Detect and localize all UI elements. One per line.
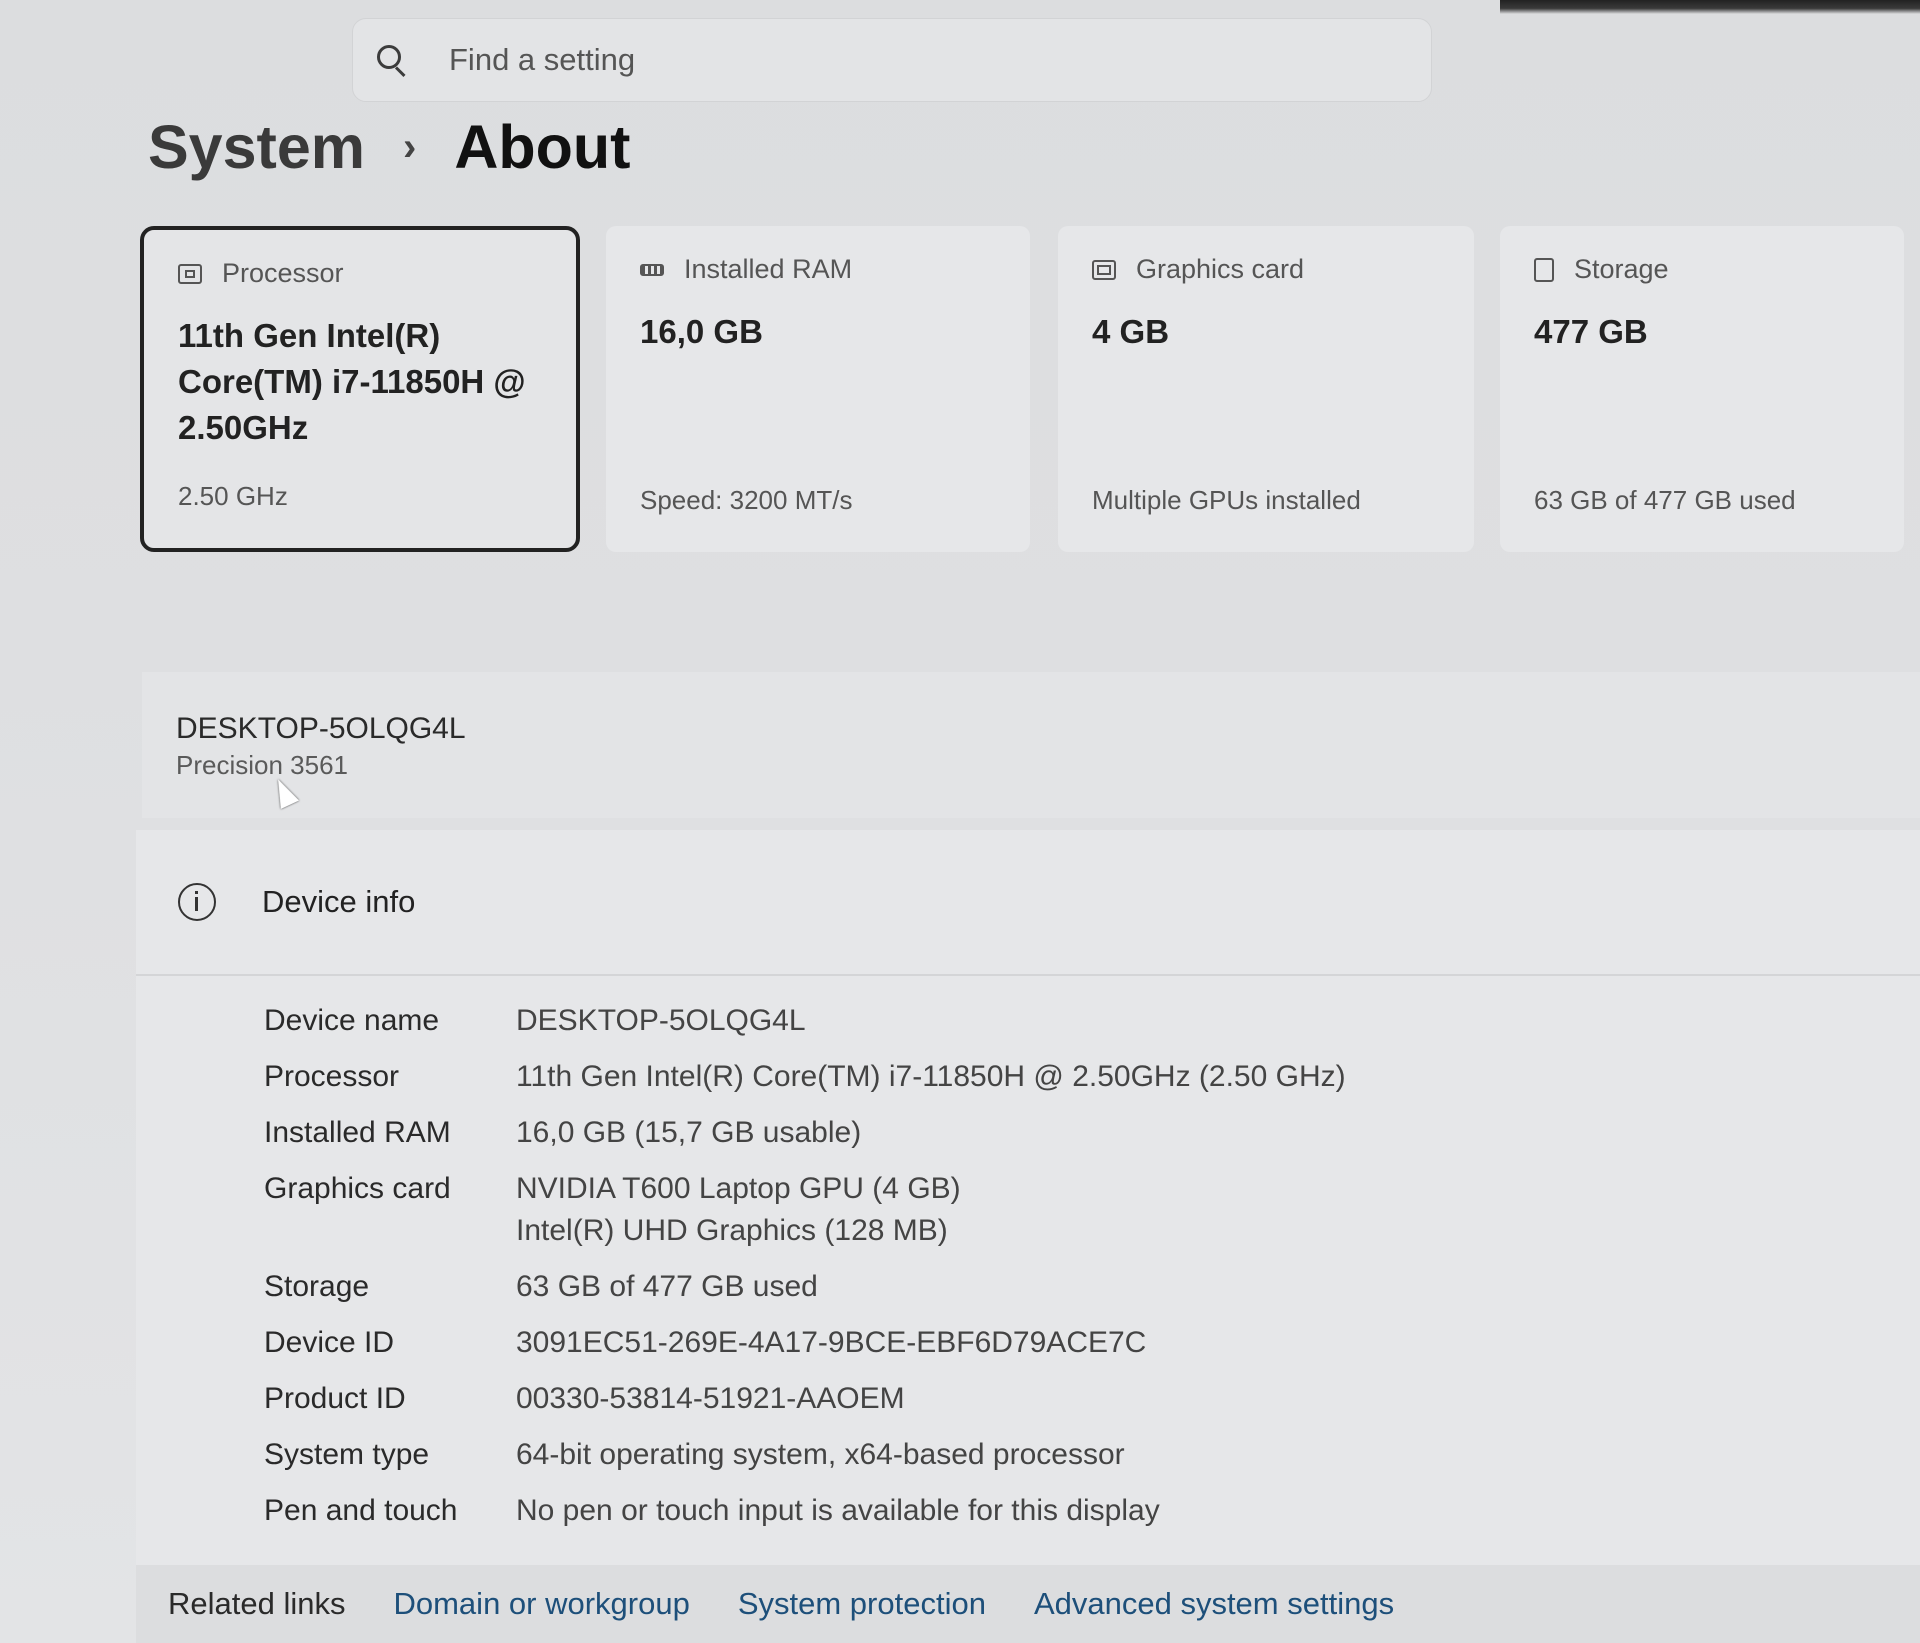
graphics-card-icon: [1092, 259, 1116, 280]
related-links-bar: Related links Domain or workgroup System…: [136, 1565, 1920, 1643]
search-input[interactable]: [447, 41, 1351, 79]
device-spec-list: Device name DESKTOP-5OLQG4L Processor 11…: [264, 1000, 1346, 1546]
spec-label: Pen and touch: [264, 1494, 458, 1527]
spec-value: 16,0 GB (15,7 GB usable): [516, 1116, 862, 1149]
spec-value-line: Intel(R) UHD Graphics (128 MB): [516, 1214, 948, 1247]
device-info-header[interactable]: Device info: [136, 830, 1920, 976]
device-model: Precision 3561: [176, 750, 348, 780]
spec-label: Processor: [264, 1060, 400, 1093]
spec-row-device-name: Device name DESKTOP-5OLQG4L: [264, 1000, 1346, 1042]
related-links-label: Related links: [168, 1586, 346, 1621]
breadcrumb-separator-icon: ›: [403, 124, 417, 169]
spec-value: 3091EC51-269E-4A17-9BCE-EBF6D79ACE7C: [516, 1326, 1147, 1359]
spec-row-device-id: Device ID 3091EC51-269E-4A17-9BCE-EBF6D7…: [264, 1322, 1346, 1364]
spec-label: Product ID: [264, 1382, 406, 1415]
breadcrumb-system[interactable]: System: [148, 112, 365, 182]
storage-card[interactable]: Storage 477 GB 63 GB of 477 GB used: [1500, 226, 1904, 552]
card-title: Graphics card: [1136, 254, 1305, 284]
spec-value: NVIDIA T600 Laptop GPU (4 GB) Intel(R) U…: [516, 1168, 961, 1252]
info-icon: [178, 883, 216, 921]
spec-row-storage: Storage 63 GB of 477 GB used: [264, 1266, 1346, 1308]
spec-value: 11th Gen Intel(R) Core(TM) i7-11850H @ 2…: [516, 1060, 1346, 1093]
device-name: DESKTOP-5OLQG4L: [176, 712, 466, 745]
spec-row-pen-and-touch: Pen and touch No pen or touch input is a…: [264, 1490, 1346, 1532]
card-subtext: Multiple GPUs installed: [1092, 485, 1361, 515]
breadcrumb: System › About: [148, 112, 631, 182]
spec-value-line: NVIDIA T600 Laptop GPU (4 GB): [516, 1172, 961, 1205]
card-value: 11th Gen Intel(R) Core(TM) i7-11850H @ 2…: [178, 313, 542, 451]
spec-row-processor: Processor 11th Gen Intel(R) Core(TM) i7-…: [264, 1056, 1346, 1098]
card-value: 16,0 GB: [640, 309, 996, 355]
device-name-block[interactable]: DESKTOP-5OLQG4L Precision 3561: [142, 672, 1920, 818]
link-domain-or-workgroup[interactable]: Domain or workgroup: [393, 1586, 689, 1622]
card-value: 477 GB: [1534, 309, 1870, 355]
card-title: Processor: [222, 258, 344, 288]
card-value: 4 GB: [1092, 309, 1440, 355]
card-value-line: 2.50GHz: [178, 409, 309, 446]
spec-label: Installed RAM: [264, 1116, 451, 1149]
spec-row-product-id: Product ID 00330-53814-51921-AAOEM: [264, 1378, 1346, 1420]
card-subtext: 2.50 GHz: [178, 481, 288, 511]
spec-value: 63 GB of 477 GB used: [516, 1270, 818, 1303]
spec-label: System type: [264, 1438, 430, 1471]
spec-value: 00330-53814-51921-AAOEM: [516, 1382, 905, 1415]
search-icon: [375, 43, 409, 77]
card-value-line: 16,0 GB: [640, 313, 763, 350]
card-header: Processor: [178, 258, 542, 289]
card-value-line: Core(TM) i7-11850H @: [178, 363, 526, 400]
spec-label: Graphics card: [264, 1172, 451, 1205]
device-info-panel: Device info Device name DESKTOP-5OLQG4L …: [136, 830, 1920, 1565]
spec-value: 64-bit operating system, x64-based proce…: [516, 1438, 1125, 1471]
processor-card[interactable]: Processor 11th Gen Intel(R) Core(TM) i7-…: [140, 226, 580, 552]
ram-icon: [640, 263, 664, 276]
card-subtext: Speed: 3200 MT/s: [640, 485, 853, 515]
link-advanced-system-settings[interactable]: Advanced system settings: [1034, 1586, 1394, 1622]
spec-row-installed-ram: Installed RAM 16,0 GB (15,7 GB usable): [264, 1112, 1346, 1154]
card-header: Storage: [1534, 254, 1870, 285]
spec-row-system-type: System type 64-bit operating system, x64…: [264, 1434, 1346, 1476]
spec-value: DESKTOP-5OLQG4L: [516, 1004, 806, 1037]
spec-value: No pen or touch input is available for t…: [516, 1494, 1160, 1527]
card-title: Storage: [1574, 254, 1669, 284]
spec-row-graphics-card: Graphics card NVIDIA T600 Laptop GPU (4 …: [264, 1168, 1346, 1252]
spec-label: Device ID: [264, 1326, 395, 1359]
settings-window: System › About Processor 11th Gen Intel(…: [0, 0, 1920, 1643]
card-title: Installed RAM: [684, 254, 853, 284]
installed-ram-card[interactable]: Installed RAM 16,0 GB Speed: 3200 MT/s: [606, 226, 1030, 552]
link-system-protection[interactable]: System protection: [738, 1586, 986, 1622]
spec-label: Device name: [264, 1004, 440, 1037]
storage-icon: [1534, 257, 1554, 282]
page-title: About: [454, 113, 631, 181]
card-value-line: 11th Gen Intel(R): [178, 317, 441, 354]
device-info-title: Device info: [262, 884, 416, 919]
card-value-line: 4 GB: [1092, 313, 1170, 350]
card-header: Installed RAM: [640, 254, 996, 285]
processor-icon: [178, 263, 202, 284]
card-value-line: 477 GB: [1534, 313, 1648, 350]
spec-label: Storage: [264, 1270, 370, 1303]
screen-bezel: [1500, 0, 1920, 14]
graphics-card-card[interactable]: Graphics card 4 GB Multiple GPUs install…: [1058, 226, 1474, 552]
card-subtext: 63 GB of 477 GB used: [1534, 485, 1796, 515]
search-box[interactable]: [352, 18, 1432, 102]
card-header: Graphics card: [1092, 254, 1440, 285]
